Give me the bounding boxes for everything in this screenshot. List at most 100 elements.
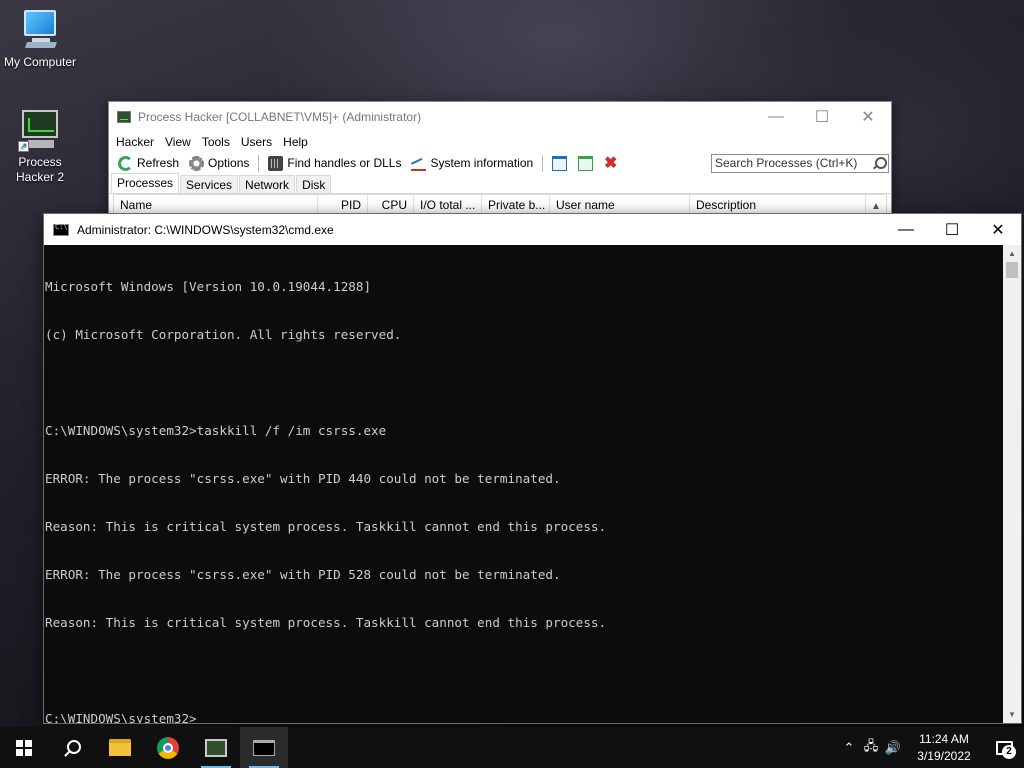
menu-tools[interactable]: Tools xyxy=(198,135,234,149)
desktop-icon-my-computer[interactable]: My Computer xyxy=(0,8,80,70)
process-hacker-app-icon xyxy=(117,111,131,123)
tab-services[interactable]: Services xyxy=(180,175,239,193)
console-line: Reason: This is critical system process.… xyxy=(45,615,607,630)
menu-view[interactable]: View xyxy=(161,135,195,149)
window-title: Process Hacker [COLLABNET\VM5]+ (Adminis… xyxy=(138,110,422,124)
clock-time: 11:24 AM xyxy=(919,731,969,746)
show-hidden-icons-button[interactable]: ⌃ xyxy=(838,727,860,768)
search-processes-input[interactable] xyxy=(715,156,873,170)
process-hacker-title-bar[interactable]: Process Hacker [COLLABNET\VM5]+ (Adminis… xyxy=(109,102,891,132)
windows-logo-icon xyxy=(16,739,32,756)
terminate-button[interactable]: ✖ xyxy=(599,153,626,173)
cmd-icon xyxy=(253,739,275,756)
system-information-label: System information xyxy=(430,156,534,170)
network-icon: 🖧 xyxy=(863,737,879,753)
desktop-icon-label: My Computer xyxy=(3,55,77,69)
toolbar-separator xyxy=(258,154,260,172)
menu-hacker[interactable]: Hacker xyxy=(112,135,158,149)
volume-button[interactable]: 🔊 xyxy=(882,727,904,768)
binoculars-icon xyxy=(268,155,284,171)
minimize-icon: — xyxy=(768,108,784,125)
tab-processes[interactable]: Processes xyxy=(111,173,180,193)
cmd-app-icon xyxy=(53,223,69,236)
close-button[interactable]: ✕ xyxy=(975,214,1021,245)
console-line: Microsoft Windows [Version 10.0.19044.12… xyxy=(45,279,372,294)
system-information-button[interactable]: System information xyxy=(406,153,538,173)
toolbar-separator xyxy=(542,154,544,172)
taskbar: ⌃ 🖧 🔊 11:24 AM 3/19/2022 2 xyxy=(0,727,1024,768)
taskbar-command-prompt[interactable] xyxy=(240,727,288,768)
window-title: Administrator: C:\WINDOWS\system32\cmd.e… xyxy=(77,222,334,237)
window-go-icon xyxy=(578,155,594,171)
search-processes-box[interactable] xyxy=(711,153,889,173)
minimize-button[interactable]: — xyxy=(883,214,929,245)
close-icon: ✕ xyxy=(991,221,1005,239)
chevron-up-icon: ⌃ xyxy=(843,739,855,755)
clock-date: 3/19/2022 xyxy=(917,748,971,763)
go-to-window-button[interactable] xyxy=(576,153,599,173)
maximize-button[interactable]: ☐ xyxy=(929,214,975,245)
refresh-label: Refresh xyxy=(137,156,180,170)
desktop-icon-process-hacker[interactable]: ↗ Process Hacker 2 xyxy=(0,108,80,185)
terminate-x-icon: ✖ xyxy=(603,154,618,172)
scrollbar-thumb[interactable] xyxy=(1006,262,1018,278)
process-hacker-icon xyxy=(205,738,227,757)
maximize-button[interactable]: ☐ xyxy=(799,102,845,132)
console-line: ERROR: The process "csrss.exe" with PID … xyxy=(45,567,561,582)
refresh-button[interactable]: Refresh xyxy=(113,153,184,173)
tab-disk[interactable]: Disk xyxy=(296,175,332,193)
taskbar-file-explorer[interactable] xyxy=(96,727,144,768)
close-icon: ✕ xyxy=(861,109,875,126)
show-window-button[interactable] xyxy=(547,153,576,173)
find-handles-button[interactable]: Find handles or DLLs xyxy=(263,153,406,173)
chevron-down-icon: ▼ xyxy=(1008,710,1016,719)
system-tray: ⌃ 🖧 🔊 11:24 AM 3/19/2022 2 xyxy=(838,727,1024,768)
refresh-icon xyxy=(118,155,133,171)
scroll-up-button[interactable]: ▲ xyxy=(1003,245,1021,262)
scroll-down-button[interactable]: ▼ xyxy=(1003,706,1021,723)
vertical-scrollbar[interactable]: ▲ ▼ xyxy=(1003,245,1021,723)
taskbar-process-hacker[interactable] xyxy=(192,727,240,768)
console-line: ERROR: The process "csrss.exe" with PID … xyxy=(45,471,561,486)
menu-bar: Hacker View Tools Users Help xyxy=(109,132,891,152)
network-button[interactable]: 🖧 xyxy=(860,727,882,768)
console-line: Reason: This is critical system process.… xyxy=(45,519,607,534)
window-icon xyxy=(552,155,568,171)
minimize-button[interactable]: — xyxy=(753,102,799,132)
notification-count-badge: 2 xyxy=(1002,745,1016,759)
start-button[interactable] xyxy=(0,727,48,768)
maximize-icon: ☐ xyxy=(944,221,960,239)
options-button[interactable]: Options xyxy=(184,153,254,173)
folder-icon xyxy=(109,739,131,756)
command-prompt-title-bar[interactable]: Administrator: C:\WINDOWS\system32\cmd.e… xyxy=(44,214,1021,245)
console-line: (c) Microsoft Corporation. All rights re… xyxy=(45,327,402,342)
console-line: C:\WINDOWS\system32>taskkill /f /im csrs… xyxy=(45,423,387,438)
tab-strip: Processes Services Network Disk xyxy=(109,173,891,194)
console-prompt[interactable]: C:\WINDOWS\system32> xyxy=(45,711,1003,723)
find-handles-label: Find handles or DLLs xyxy=(287,156,402,170)
taskbar-clock[interactable]: 11:24 AM 3/19/2022 xyxy=(904,731,984,765)
menu-users[interactable]: Users xyxy=(237,135,276,149)
computer-icon xyxy=(18,8,62,52)
desktop-icon-label: Process Hacker 2 xyxy=(15,155,65,184)
process-hacker-icon: ↗ xyxy=(18,108,62,152)
chrome-icon xyxy=(157,736,179,759)
console-output[interactable]: Microsoft Windows [Version 10.0.19044.12… xyxy=(44,245,1003,723)
taskbar-chrome[interactable] xyxy=(144,727,192,768)
speaker-icon: 🔊 xyxy=(884,739,902,755)
search-icon[interactable] xyxy=(872,156,887,170)
tab-network[interactable]: Network xyxy=(239,175,296,193)
taskbar-search-button[interactable] xyxy=(48,727,96,768)
close-button[interactable]: ✕ xyxy=(845,102,891,132)
menu-help[interactable]: Help xyxy=(279,135,312,149)
search-icon xyxy=(64,739,81,756)
options-label: Options xyxy=(208,156,250,170)
process-hacker-window[interactable]: Process Hacker [COLLABNET\VM5]+ (Adminis… xyxy=(108,101,892,216)
command-prompt-window[interactable]: Administrator: C:\WINDOWS\system32\cmd.e… xyxy=(43,213,1022,724)
shortcut-arrow-icon: ↗ xyxy=(18,141,29,152)
graph-icon xyxy=(411,156,427,171)
action-center-button[interactable]: 2 xyxy=(984,727,1024,768)
minimize-icon: — xyxy=(898,220,914,238)
